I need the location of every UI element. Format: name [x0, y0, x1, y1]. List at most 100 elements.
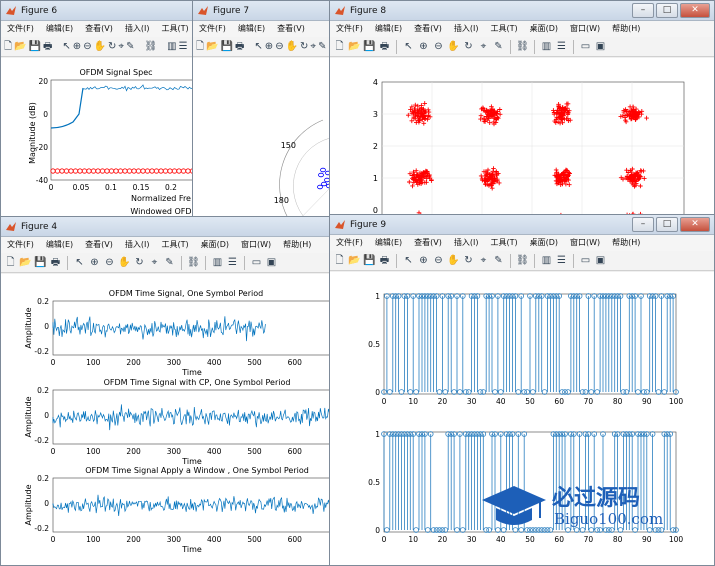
close-button[interactable]: ✕ [680, 217, 710, 232]
menu-help[interactable]: 帮助(H) [606, 238, 646, 247]
zoom-in-icon[interactable]: ⊕ [417, 254, 430, 267]
menu-file[interactable]: 文件(F) [1, 240, 40, 249]
open-folder-icon[interactable]: 📂 [14, 40, 26, 53]
menu-window[interactable]: 窗口(W) [564, 24, 606, 33]
pan-icon[interactable]: ✋ [286, 40, 298, 53]
legend-icon[interactable]: ☰ [555, 254, 568, 267]
close-button[interactable]: ✕ [680, 3, 710, 18]
data-cursor-icon[interactable]: ⌖ [477, 40, 490, 53]
hide-plot-icon[interactable]: ▭ [579, 254, 592, 267]
colorbar-icon[interactable]: ▥ [540, 254, 553, 267]
menu-file[interactable]: 文件(F) [330, 238, 369, 247]
menu-edit[interactable]: 编辑(E) [40, 24, 79, 33]
brush-icon[interactable]: ✎ [492, 254, 505, 267]
new-file-icon[interactable]: 🗋 [4, 40, 12, 53]
menu-insert[interactable]: 插入(I) [448, 238, 485, 247]
menu-desktop[interactable]: 桌面(D) [195, 240, 235, 249]
cursor-icon[interactable]: ↖ [402, 40, 415, 53]
show-plot-icon[interactable]: ▣ [594, 40, 607, 53]
brush-icon[interactable]: ✎ [163, 256, 176, 269]
menu-view[interactable]: 查看(V) [408, 238, 448, 247]
colorbar-icon[interactable]: ▥ [211, 256, 224, 269]
zoom-in-icon[interactable]: ⊕ [265, 40, 273, 53]
menu-insert[interactable]: 插入(I) [119, 24, 156, 33]
link-icon[interactable]: ⛓ [187, 256, 200, 269]
open-folder-icon[interactable]: 📂 [19, 256, 32, 269]
pan-icon[interactable]: ✋ [447, 254, 460, 267]
colorbar-icon[interactable]: ▥ [167, 40, 176, 53]
pan-icon[interactable]: ✋ [94, 40, 106, 53]
new-file-icon[interactable]: 🗋 [196, 40, 204, 53]
legend-icon[interactable]: ☰ [226, 256, 239, 269]
rotate-icon[interactable]: ↻ [300, 40, 308, 53]
show-plot-icon[interactable]: ▣ [594, 254, 607, 267]
figure8-window[interactable]: Figure 8 – □ ✕ 文件(F) 编辑(E) 查看(V) 插入(I) 工具(T)… [329, 0, 715, 222]
menu-tools[interactable]: 工具(T) [484, 24, 523, 33]
hide-plot-icon[interactable]: ▭ [579, 40, 592, 53]
figure4-window[interactable]: Figure 4 文件(F) 编辑(E) 查看(V) 插入(I) 工具(T) 桌面(D) 窗… [0, 216, 336, 566]
menu-tools[interactable]: 工具(T) [155, 240, 194, 249]
rotate-icon[interactable]: ↻ [108, 40, 116, 53]
figure8-titlebar[interactable]: Figure 8 – □ ✕ [330, 1, 714, 21]
data-cursor-icon[interactable]: ⌖ [118, 40, 124, 53]
menu-window[interactable]: 窗口(W) [235, 240, 277, 249]
pan-icon[interactable]: ✋ [118, 256, 131, 269]
print-icon[interactable]: 🖶 [378, 254, 391, 267]
cursor-icon[interactable]: ↖ [402, 254, 415, 267]
new-file-icon[interactable]: 🗋 [4, 256, 17, 269]
menu-view[interactable]: 查看(V) [79, 24, 119, 33]
figure7-window[interactable]: Figure 7 文件(F)编辑(E)查看(V) 🗋📂💾🖶↖⊕⊖✋↻⌖✎⛓▥☰▭… [192, 0, 337, 225]
figure7-titlebar[interactable]: Figure 7 [193, 1, 336, 21]
menu-file[interactable]: 文件(F) [330, 24, 369, 33]
zoom-in-icon[interactable]: ⊕ [417, 40, 430, 53]
menu-file[interactable]: 文件(F) [193, 24, 232, 33]
open-folder-icon[interactable]: 📂 [348, 254, 361, 267]
menu-desktop[interactable]: 桌面(D) [524, 238, 564, 247]
brush-icon[interactable]: ✎ [318, 40, 326, 53]
print-icon[interactable]: 🖶 [378, 40, 391, 53]
zoom-in-icon[interactable]: ⊕ [88, 256, 101, 269]
link-icon[interactable]: ⛓ [144, 40, 157, 53]
new-file-icon[interactable]: 🗋 [333, 40, 346, 53]
zoom-out-icon[interactable]: ⊖ [432, 254, 445, 267]
rotate-icon[interactable]: ↻ [133, 256, 146, 269]
hide-plot-icon[interactable]: ▭ [250, 256, 263, 269]
maximize-button[interactable]: □ [656, 217, 678, 232]
menu-edit[interactable]: 编辑(E) [369, 24, 408, 33]
menu-tools[interactable]: 工具(T) [155, 24, 194, 33]
save-icon[interactable]: 💾 [363, 254, 376, 267]
menu-view[interactable]: 查看(V) [408, 24, 448, 33]
colorbar-icon[interactable]: ▥ [540, 40, 553, 53]
menu-window[interactable]: 窗口(W) [564, 238, 606, 247]
menu-help[interactable]: 帮助(H) [277, 240, 317, 249]
print-icon[interactable]: 🖶 [49, 256, 62, 269]
menu-tools[interactable]: 工具(T) [484, 238, 523, 247]
menu-view[interactable]: 查看(V) [271, 24, 311, 33]
minimize-button[interactable]: – [632, 3, 654, 18]
save-icon[interactable]: 💾 [221, 40, 233, 53]
zoom-out-icon[interactable]: ⊖ [83, 40, 91, 53]
zoom-out-icon[interactable]: ⊖ [103, 256, 116, 269]
figure6-window[interactable]: Figure 6 文件(F) 编辑(E) 查看(V) 插入(I) 工具(T) 🗋 📂 💾 🖶 ↖… [0, 0, 200, 220]
zoom-in-icon[interactable]: ⊕ [73, 40, 81, 53]
data-cursor-icon[interactable]: ⌖ [477, 254, 490, 267]
save-icon[interactable]: 💾 [34, 256, 47, 269]
brush-icon[interactable]: ✎ [492, 40, 505, 53]
print-icon[interactable]: 🖶 [43, 40, 52, 53]
cursor-icon[interactable]: ↖ [62, 40, 70, 53]
cursor-icon[interactable]: ↖ [254, 40, 262, 53]
link-icon[interactable]: ⛓ [516, 40, 529, 53]
menu-edit[interactable]: 编辑(E) [40, 240, 79, 249]
show-plot-icon[interactable]: ▣ [265, 256, 278, 269]
menu-insert[interactable]: 插入(I) [119, 240, 156, 249]
link-icon[interactable]: ⛓ [516, 254, 529, 267]
menu-desktop[interactable]: 桌面(D) [524, 24, 564, 33]
cursor-icon[interactable]: ↖ [73, 256, 86, 269]
save-icon[interactable]: 💾 [363, 40, 376, 53]
menu-edit[interactable]: 编辑(E) [369, 238, 408, 247]
menu-help[interactable]: 帮助(H) [606, 24, 646, 33]
zoom-out-icon[interactable]: ⊖ [432, 40, 445, 53]
open-folder-icon[interactable]: 📂 [206, 40, 218, 53]
rotate-icon[interactable]: ↻ [462, 254, 475, 267]
new-file-icon[interactable]: 🗋 [333, 254, 346, 267]
